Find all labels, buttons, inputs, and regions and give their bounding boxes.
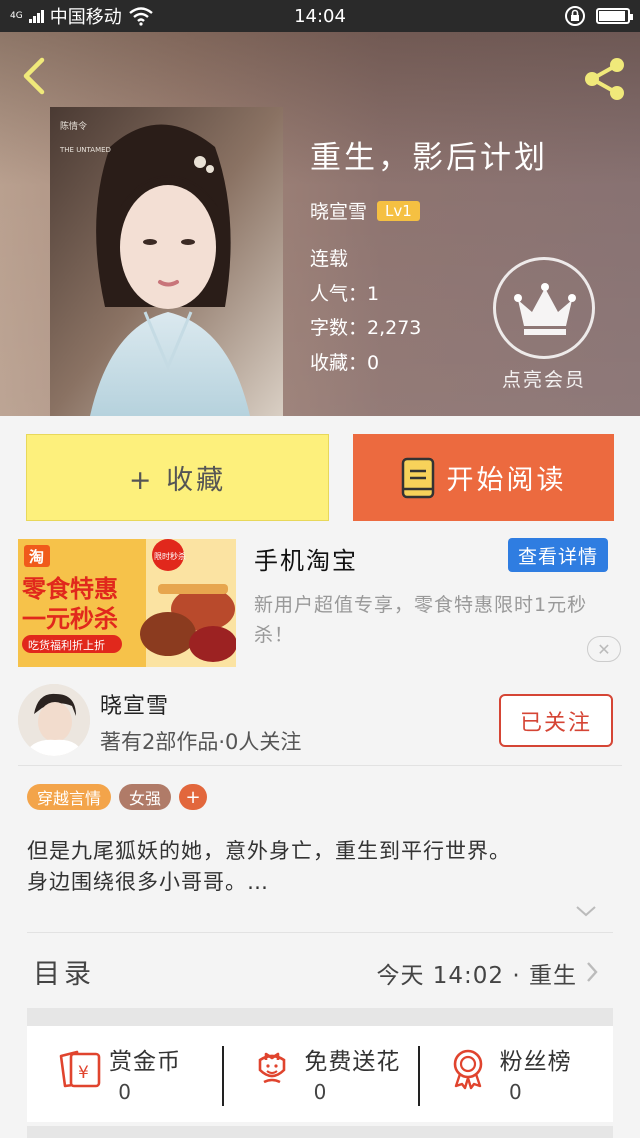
author-avatar[interactable]	[18, 684, 90, 756]
toc-label: 目录	[33, 959, 95, 990]
author-card[interactable]: 晓宣雪 著有2部作品·0人关注 已关注	[0, 674, 640, 768]
reward-count: 0	[313, 1080, 327, 1104]
ad-banner-badge: 限时秒杀	[154, 551, 186, 561]
add-tag-button[interactable]: +	[179, 784, 208, 810]
latest-chapter: 今天 14:02 · 重生	[376, 963, 577, 989]
carrier-name: 中国移动	[49, 7, 122, 28]
back-arrow-icon[interactable]	[14, 54, 54, 98]
battery-icon	[596, 8, 633, 24]
author-stats: 著有2部作品·0人关注	[100, 730, 302, 754]
action-bar: + 收藏 开始阅读	[0, 416, 640, 534]
intro-line: 身边围绕很多小哥哥。…	[27, 870, 269, 894]
tag-item[interactable]: 穿越言情	[27, 784, 112, 810]
reward-fans[interactable]: 粉丝榜 0	[417, 1026, 613, 1122]
start-reading-label: 开始阅读	[446, 465, 567, 496]
section-gap	[27, 1008, 613, 1026]
signal-icon	[28, 9, 44, 23]
level-badge: Lv1	[377, 200, 420, 221]
book-author[interactable]: 晓宣雪	[310, 197, 367, 224]
ad-banner-line2: 一元秒杀	[22, 605, 118, 633]
ad-banner-footer: 吃货福利折上折	[28, 638, 105, 652]
wifi-icon	[128, 7, 153, 26]
book-icon	[401, 457, 434, 498]
reward-label: 免费送花	[304, 1049, 401, 1075]
ad-description[interactable]: 新用户超值专享，零食特惠限时1元秒杀！	[254, 590, 619, 650]
book-title: 重生，影后计划	[310, 140, 548, 176]
vip-label[interactable]: 点亮会员	[480, 365, 608, 392]
table-of-contents-row[interactable]: 目录 今天 14:02 · 重生	[27, 940, 613, 1002]
avatar-image	[18, 684, 90, 756]
author-row: 晓宣雪 Lv1	[310, 197, 548, 224]
reward-count: 0	[118, 1080, 132, 1104]
author-name[interactable]: 晓宣雪	[100, 688, 169, 720]
ad-banner-line1: 零食特惠	[21, 575, 118, 603]
reward-label: 粉丝榜	[499, 1049, 572, 1075]
status-right	[564, 5, 633, 27]
book-cover[interactable]: 陈情令 THE UNTAMED	[50, 107, 283, 416]
book-header: 陈情令 THE UNTAMED 重生，影后计划 晓宣雪 Lv1 连载 人气：1 …	[0, 32, 640, 416]
ad-banner-image: 淘 零食特惠 一元秒杀 吃货福利折上折 限时秒杀	[18, 539, 236, 667]
status-bar: 4G 中国移动 14:04	[0, 0, 640, 32]
vip-button[interactable]	[493, 257, 595, 359]
chevron-right-icon	[587, 962, 598, 982]
network-type: 4G	[10, 10, 23, 21]
intro-line: 但是九尾狐妖的她，意外身亡，重生到平行世界。	[27, 839, 511, 863]
start-reading-button[interactable]: 开始阅读	[353, 434, 614, 521]
ad-title[interactable]: 手机淘宝	[254, 541, 358, 576]
tag-list: 穿越言情 女强 +	[27, 784, 208, 810]
ad-close-button[interactable]: ✕	[587, 636, 621, 662]
divider	[27, 932, 613, 933]
svg-text:THE UNTAMED: THE UNTAMED	[59, 146, 111, 154]
tag-item[interactable]: 女强	[119, 784, 172, 810]
book-intro[interactable]: 但是九尾狐妖的她，意外身亡，重生到平行世界。 身边围绕很多小哥哥。…	[27, 836, 617, 898]
follow-button[interactable]: 已关注	[499, 694, 613, 747]
cover-image: 陈情令 THE UNTAMED	[50, 107, 283, 416]
ad-block[interactable]: 淘 零食特惠 一元秒杀 吃货福利折上折 限时秒杀 手机淘宝 查看详情 新用户超值…	[0, 534, 640, 674]
reward-flower[interactable]: 免费送花 0	[222, 1026, 417, 1122]
reward-count: 0	[508, 1080, 522, 1104]
rotation-lock-icon	[565, 6, 585, 26]
section-gap	[27, 1126, 613, 1138]
chevron-down-icon[interactable]	[574, 903, 598, 919]
reward-label: 赏金币	[109, 1049, 181, 1075]
status-left: 4G 中国移动	[10, 3, 154, 29]
ad-banner[interactable]: 淘 零食特惠 一元秒杀 吃货福利折上折 限时秒杀	[18, 539, 236, 667]
ad-detail-button[interactable]: 查看详情	[508, 538, 608, 572]
reward-bar: ¥ 赏金币 0 免费送花 0 粉丝榜 0	[27, 1026, 613, 1122]
divider	[18, 765, 622, 766]
crown-icon	[514, 283, 576, 335]
reward-coins[interactable]: ¥ 赏金币 0	[27, 1026, 222, 1122]
svg-text:陈情令: 陈情令	[60, 120, 87, 132]
collect-button[interactable]: + 收藏	[26, 434, 329, 521]
ad-banner-logo: 淘	[28, 548, 44, 566]
share-icon[interactable]	[580, 54, 630, 104]
